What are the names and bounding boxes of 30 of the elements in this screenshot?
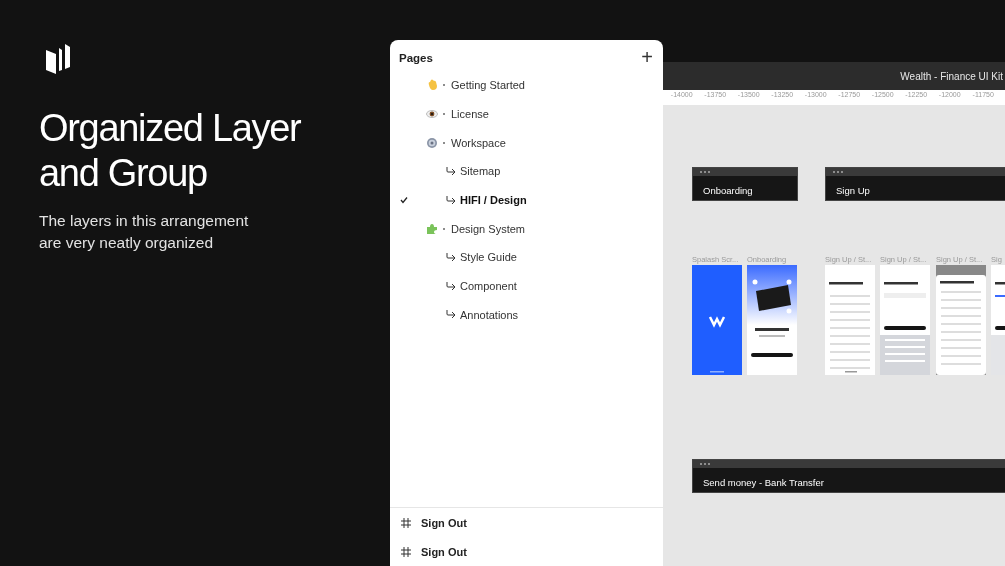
puzzle-icon [426,222,438,235]
page-item[interactable]: HIFI / Design [460,194,527,207]
page-item[interactable]: Design System [451,222,525,235]
eye-icon [426,108,438,121]
page-item[interactable]: License [451,108,489,121]
frame-icon [401,517,411,528]
panel-title: Pages [399,51,433,64]
hand-icon [426,79,438,92]
page-item[interactable]: Component [460,280,517,293]
return-arrow-icon [446,195,456,205]
file-title: Wealth - Finance UI Kit [900,70,1003,82]
frame-icon [401,546,411,557]
return-arrow-icon [446,281,456,291]
return-arrow-icon [446,310,456,320]
gear-icon [426,136,438,149]
hero-title: Organized Layer and Group [39,106,302,196]
page-item[interactable]: Annotations [460,308,519,321]
page-item[interactable]: Workspace [451,136,506,149]
section-title: Onboarding [702,184,754,196]
return-arrow-icon [446,166,456,176]
layer-item[interactable]: Sign Out [421,545,467,558]
return-arrow-icon [446,252,456,262]
section-title: Send money - Bank Transfer [702,476,825,488]
add-page-button[interactable]: + [641,50,653,65]
page-item[interactable]: Sitemap [460,165,501,178]
section-title: Sign Up [835,184,871,196]
page-item[interactable]: Getting Started [451,79,525,92]
hero-subtitle: The layers in this arrangement are very neatly organized [39,211,250,253]
layer-item[interactable]: Sign Out [421,516,467,529]
page-item[interactable]: Style Guide [460,251,517,264]
